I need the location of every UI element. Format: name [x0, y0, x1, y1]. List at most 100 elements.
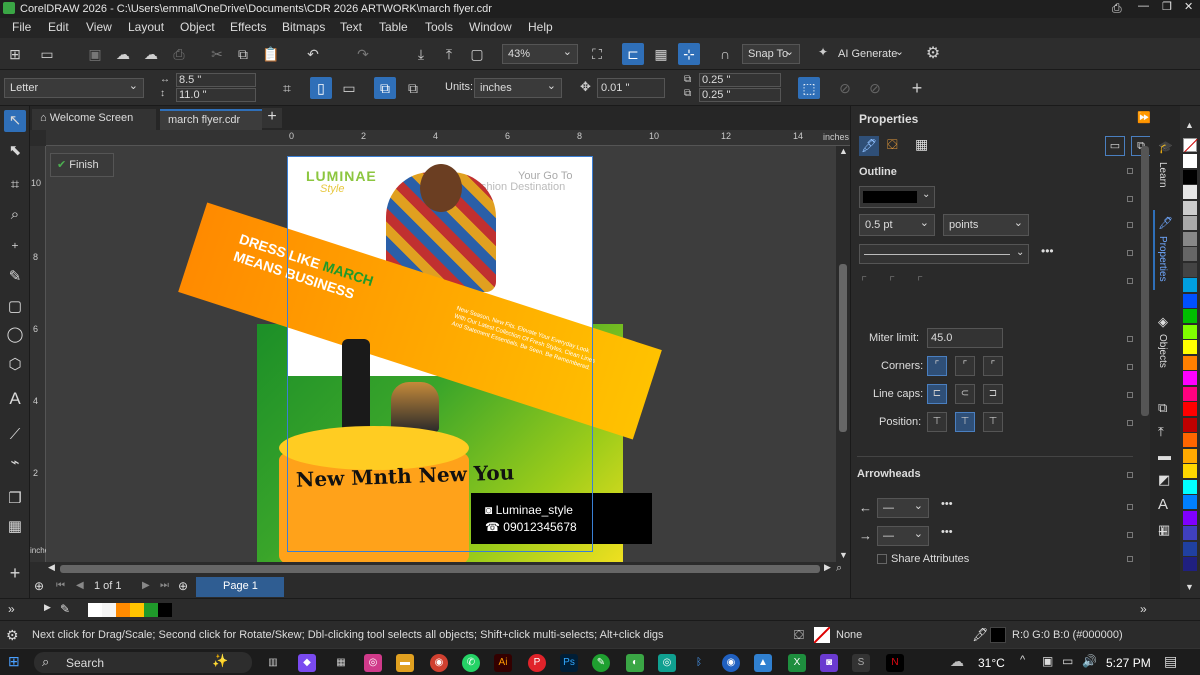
horizontal-scrollbar[interactable]: ◀ ▶	[46, 562, 836, 576]
corner-round-button[interactable]: ⌜	[955, 356, 975, 376]
doc-swatch-green[interactable]	[144, 603, 158, 617]
duplicate-x-input[interactable]: 0.25 "	[699, 73, 781, 87]
palette-swatch[interactable]	[1183, 402, 1197, 416]
copilot-icon[interactable]: ◆	[298, 654, 316, 672]
menu-table[interactable]: Table	[379, 20, 408, 34]
menu-effects[interactable]: Effects	[230, 20, 266, 34]
corner-miter-button[interactable]: ⌜	[927, 356, 947, 376]
menu-bitmaps[interactable]: Bitmaps	[282, 20, 325, 34]
panel-pin-13[interactable]	[1127, 556, 1133, 562]
current-page-size-icon[interactable]: ⧉	[402, 77, 424, 99]
export-docker-icon[interactable]: ⤒	[1158, 424, 1164, 440]
tab-page-1[interactable]: Page 1	[196, 577, 284, 597]
scroll-down-icon[interactable]: ▼	[839, 550, 848, 560]
print-icon[interactable]: ⎙	[168, 43, 190, 65]
menu-layout[interactable]: Layout	[128, 20, 164, 34]
transform-icon[interactable]: ⧉	[1158, 400, 1167, 416]
finish-button[interactable]: ✔ Finish	[50, 153, 114, 177]
status-settings-icon[interactable]: ⚙	[6, 627, 19, 644]
shape-tool-icon[interactable]: ⬉	[4, 140, 26, 162]
eyedropper-icon[interactable]: ⌁	[4, 452, 26, 474]
new-document-icon[interactable]: ⊞	[4, 43, 26, 65]
add-icon[interactable]: +	[906, 77, 928, 99]
palette-swatch[interactable]	[1183, 247, 1197, 261]
ai-generate-dropdown[interactable]: AI Generate	[832, 44, 910, 64]
taskbar-search-box[interactable]: ⌕ Search ✨	[34, 652, 252, 673]
copy-icon[interactable]: ⧉	[232, 43, 254, 65]
photoshop-icon[interactable]: Ps	[560, 654, 578, 672]
menu-window[interactable]: Window	[469, 20, 512, 34]
start-arrowhead-dropdown[interactable]: —	[877, 498, 929, 518]
corner-style-icon-2[interactable]: ⌜	[889, 274, 895, 290]
clock-time[interactable]: 5:27 PM	[1106, 656, 1151, 670]
doc-swatch-orange[interactable]	[116, 603, 130, 617]
full-screen-icon[interactable]: ⛶	[586, 43, 608, 65]
export-icon[interactable]: ⤒	[438, 43, 460, 65]
panel-pin-2[interactable]	[1127, 196, 1133, 202]
close-window-button[interactable]: ✕	[1184, 0, 1193, 13]
photos-icon[interactable]: ▲	[754, 654, 772, 672]
palette-swatch[interactable]	[1183, 293, 1197, 308]
fill-tab-icon[interactable]: ⛋	[887, 136, 898, 153]
outline-width-dropdown[interactable]: 0.5 pt	[859, 214, 935, 236]
palette-swatch[interactable]	[1183, 231, 1197, 246]
palette-swatch[interactable]	[1183, 309, 1197, 323]
palette-swatch[interactable]	[1183, 169, 1197, 184]
cap-square-button[interactable]: ⊐	[983, 384, 1003, 404]
coreldraw-app-icon[interactable]: ✎	[592, 654, 610, 672]
panel-pin-6[interactable]	[1127, 336, 1133, 342]
landscape-icon[interactable]: ▭	[338, 77, 360, 99]
app-icon-s[interactable]: S	[852, 654, 870, 672]
palette-swatch[interactable]	[1183, 355, 1197, 370]
page-height-input[interactable]: 11.0 "	[176, 88, 256, 102]
pick-tool-icon[interactable]: ↖	[4, 110, 26, 132]
all-pages-icon[interactable]: ⌗	[276, 77, 298, 99]
outline-color-swatch[interactable]	[990, 627, 1006, 643]
no-color-swatch[interactable]	[1183, 138, 1198, 153]
panel-pin-5[interactable]	[1127, 278, 1133, 284]
crop-tool-icon[interactable]: ⌗	[4, 174, 26, 196]
palette-swatch[interactable]	[1183, 340, 1197, 354]
menu-file[interactable]: File	[12, 20, 31, 34]
palette-swatch[interactable]	[1183, 216, 1197, 230]
paste-icon[interactable]: 📋	[260, 43, 282, 65]
undo-icon[interactable]: ↶	[302, 43, 324, 65]
panel-pin-7[interactable]	[1127, 364, 1133, 370]
file-explorer-icon[interactable]: ▬	[396, 654, 414, 672]
palette-swatch[interactable]	[1183, 417, 1197, 432]
snap-magnet-icon[interactable]: ∩	[714, 43, 736, 65]
scroll-up-icon[interactable]: ▲	[839, 146, 848, 156]
app-icon-teal[interactable]: ◎	[658, 654, 676, 672]
nudge-distance-input[interactable]: 0.01 "	[597, 78, 665, 98]
panel-pin-4[interactable]	[1127, 250, 1133, 256]
position-outside-button[interactable]: ⊤	[927, 412, 947, 432]
save-icon[interactable]: ▣	[84, 43, 106, 65]
bluetooth-icon[interactable]: ᛒ	[690, 654, 708, 672]
options-gear-icon[interactable]: ⚙	[922, 43, 944, 65]
volume-icon[interactable]: 🔊	[1082, 654, 1097, 668]
palette-swatch[interactable]	[1183, 262, 1197, 277]
tab-march-flyer[interactable]: march flyer.cdr	[160, 109, 262, 130]
panel-pin-3[interactable]	[1127, 222, 1133, 228]
ellipse-tool-icon[interactable]: ◯	[4, 324, 26, 346]
palette-swatch[interactable]	[1183, 448, 1197, 463]
excel-icon[interactable]: X	[788, 654, 806, 672]
panel-pin-11[interactable]	[1127, 504, 1133, 510]
end-arrow-more-icon[interactable]: •••	[941, 526, 953, 538]
line-style-more-icon[interactable]: •••	[1041, 244, 1054, 258]
end-arrowhead-dropdown[interactable]: —	[877, 526, 929, 546]
parallel-dimension-icon[interactable]: ⟋	[4, 424, 26, 446]
cut-icon[interactable]: ✂	[206, 43, 228, 65]
all-pages-size-icon[interactable]: ⧉	[374, 77, 396, 99]
objects-icon[interactable]: ◈	[1158, 314, 1168, 330]
duplicate-y-input[interactable]: 0.25 "	[699, 88, 781, 102]
widgets-icon[interactable]: ▦	[332, 654, 350, 672]
cap-round-button[interactable]: ⊂	[955, 384, 975, 404]
start-arrow-more-icon[interactable]: •••	[941, 498, 953, 510]
cloud-save-icon[interactable]: ☁	[112, 43, 134, 65]
corner-bevel-button[interactable]: ⌜	[983, 356, 1003, 376]
add-page-before-icon[interactable]: ⊕	[34, 579, 44, 593]
horizontal-scroll-thumb[interactable]	[60, 565, 820, 573]
pinterest-icon[interactable]: P	[528, 654, 546, 672]
guidelines-icon[interactable]: ⊹	[678, 43, 700, 65]
